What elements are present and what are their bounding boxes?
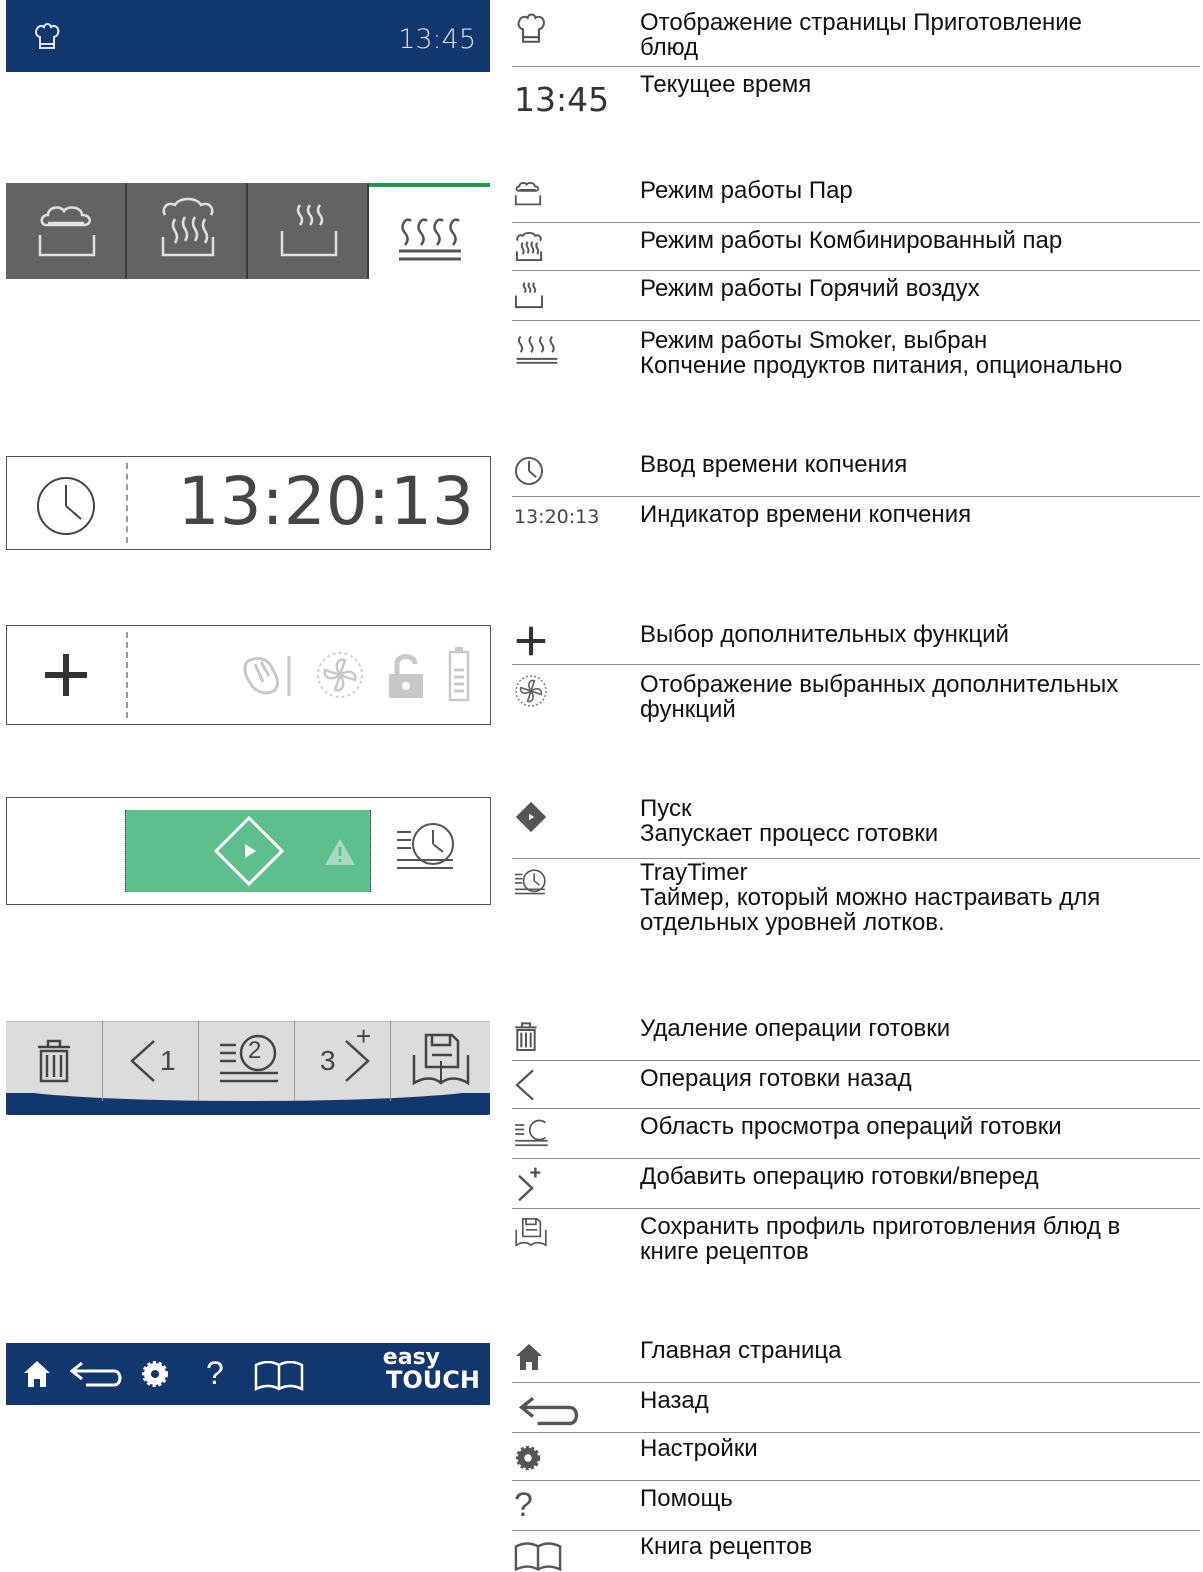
legend-row: 13:45 Текущее время bbox=[514, 71, 812, 119]
chevron-left-icon[interactable] bbox=[128, 1039, 158, 1083]
legend-row: Назад bbox=[512, 1382, 1200, 1433]
help-icon[interactable]: ? bbox=[206, 1355, 224, 1392]
legend-row: Книга рецептов bbox=[512, 1530, 1200, 1572]
mode-selector bbox=[6, 183, 490, 279]
current-step-number: 2 bbox=[248, 1037, 262, 1064]
back-arrow-icon bbox=[514, 1396, 584, 1428]
save-book-icon[interactable] bbox=[410, 1031, 472, 1087]
combi-steam-icon bbox=[157, 197, 219, 259]
gear-icon[interactable] bbox=[140, 1359, 170, 1389]
extra-functions-panel bbox=[6, 625, 491, 725]
legend-row: Настройки bbox=[512, 1432, 1200, 1481]
fan-icon bbox=[315, 650, 365, 700]
cooking-header: 13:45 bbox=[6, 0, 490, 72]
chef-hat-icon bbox=[514, 10, 548, 44]
mode-hot-air-button[interactable] bbox=[248, 183, 369, 279]
back-step-number: 1 bbox=[160, 1045, 176, 1076]
combi-steam-icon bbox=[514, 232, 544, 262]
warning-icon bbox=[324, 838, 356, 866]
steam-icon bbox=[514, 180, 542, 208]
chevron-right-plus-icon bbox=[514, 1166, 542, 1202]
battery-icon bbox=[447, 646, 471, 704]
home-icon bbox=[514, 1342, 544, 1372]
steps-view-icon bbox=[514, 1118, 550, 1150]
plus-icon[interactable] bbox=[41, 650, 91, 700]
legend-row: Ввод времени копчения bbox=[512, 446, 1200, 497]
legend-row: Режим работы Комбинированный пар bbox=[512, 222, 1200, 271]
mode-steam-button[interactable] bbox=[6, 183, 127, 279]
start-diamond-icon bbox=[212, 814, 286, 888]
gear-icon bbox=[514, 1444, 542, 1472]
legend-row: Пуск Запускает процесс готовки bbox=[512, 794, 1200, 859]
legend-row: Сохранить профиль приготовления блюд в к… bbox=[512, 1208, 1200, 1280]
legend-row: Добавить операцию готовки/вперед bbox=[512, 1158, 1200, 1209]
add-step-plus: + bbox=[356, 1021, 372, 1051]
plus-icon bbox=[514, 624, 548, 658]
steam-icon bbox=[36, 203, 98, 261]
legend-row: Отображение страницы Приготовление блюд bbox=[512, 4, 1200, 67]
easytouch-logo: easy TOUCH bbox=[382, 1345, 480, 1394]
legend-row: Режим работы Smoker, выбран Копчение про… bbox=[512, 320, 1200, 390]
smoker-icon bbox=[395, 215, 465, 265]
save-book-icon bbox=[514, 1216, 548, 1248]
book-icon bbox=[514, 1542, 562, 1572]
legend-row: TrayTimer Таймер, который можно настраив… bbox=[512, 858, 1200, 948]
fan-icon bbox=[514, 674, 548, 708]
hot-air-icon bbox=[278, 201, 340, 259]
mode-combi-steam-button[interactable] bbox=[127, 183, 248, 279]
trash-icon bbox=[514, 1020, 538, 1052]
home-icon[interactable] bbox=[22, 1359, 52, 1389]
legend-row: Режим работы Пар bbox=[512, 170, 1200, 223]
climate-icon bbox=[241, 652, 299, 700]
next-step-number: 3 bbox=[320, 1045, 336, 1076]
smoke-time-value[interactable]: 13:20:13 bbox=[178, 463, 474, 540]
cooking-steps-bar: 1 2 3 + bbox=[6, 1021, 490, 1115]
trash-icon[interactable] bbox=[36, 1037, 72, 1083]
legend-row: Операция готовки назад bbox=[512, 1060, 1200, 1109]
mode-smoker-button[interactable] bbox=[369, 183, 490, 279]
legend-row: 13:20:13 Индикатор времени копчения bbox=[514, 501, 972, 528]
clock-icon bbox=[514, 456, 544, 486]
start-button[interactable] bbox=[125, 810, 371, 892]
help-icon: ? bbox=[514, 1486, 533, 1524]
lock-icon bbox=[383, 648, 429, 702]
start-panel bbox=[6, 797, 491, 905]
legend-row: Главная страница bbox=[512, 1330, 1200, 1383]
start-diamond-icon bbox=[514, 800, 548, 834]
smoke-timer-panel: 13:20:13 bbox=[6, 456, 491, 550]
legend-row: Удаление операции готовки bbox=[512, 1010, 1200, 1061]
bottom-nav: ? easy TOUCH bbox=[6, 1343, 490, 1405]
traytimer-icon[interactable] bbox=[395, 820, 459, 880]
back-arrow-icon[interactable] bbox=[70, 1361, 122, 1389]
chef-hat-icon[interactable] bbox=[32, 20, 62, 50]
hot-air-icon bbox=[514, 280, 544, 310]
clock-icon[interactable] bbox=[35, 475, 97, 537]
current-time: 13:45 bbox=[398, 24, 476, 55]
book-icon[interactable] bbox=[254, 1361, 304, 1391]
legend-row: ? Помощь bbox=[512, 1480, 1200, 1531]
legend-row: Отображение выбранных дополнительных фун… bbox=[512, 664, 1200, 734]
smoker-icon bbox=[514, 332, 560, 366]
traytimer-icon bbox=[514, 868, 548, 900]
chevron-left-icon bbox=[514, 1068, 536, 1102]
legend-row: Режим работы Горячий воздух bbox=[512, 270, 1200, 321]
legend-row: Выбор дополнительных функций bbox=[512, 614, 1200, 665]
legend-row: Область просмотра операций готовки bbox=[512, 1108, 1200, 1159]
